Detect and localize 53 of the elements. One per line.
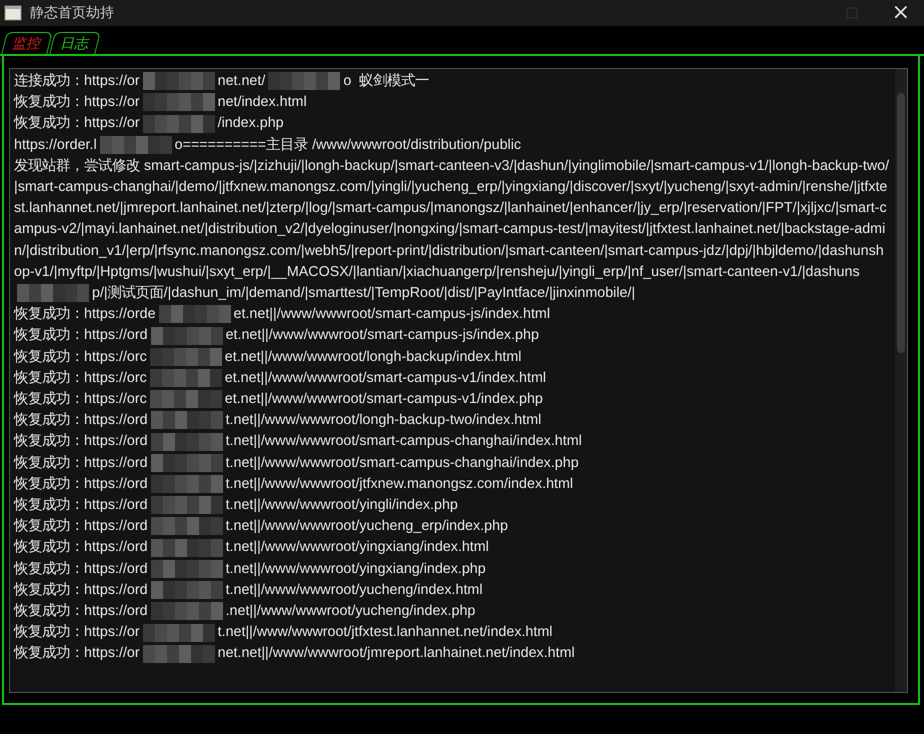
log-text: o==========主目录 /www/wwwroot/distribution/public <box>174 136 522 153</box>
log-text: 恢复成功：https://ord <box>14 454 148 471</box>
log-text: 恢复成功：https://or <box>14 94 140 110</box>
log-text: et.net||/www/wwwroot/smart-campus-v1/index.php <box>224 391 543 408</box>
log-text: 恢复成功：https://or <box>14 645 140 662</box>
redaction-mosaic <box>17 284 89 302</box>
close-button[interactable]: × <box>886 3 916 23</box>
log-text: 恢复成功：https://ord <box>14 603 148 620</box>
log-text: 恢复成功：https://or <box>14 624 140 640</box>
log-text: 恢复成功：https://ord <box>14 582 148 598</box>
log-text: t.net||/www/wwwroot/jtfxnew.manongsz.com/index.html <box>226 476 574 492</box>
tab[interactable]: 日志 <box>49 32 101 54</box>
log-text: t.net||/www/wwwroot/yingli/index.php <box>226 497 458 514</box>
log-text: 恢复成功：https://ord <box>14 433 148 450</box>
log-text: 恢复成功：https://orc <box>14 370 147 386</box>
log-text: 恢复成功：https://ord <box>14 560 148 577</box>
log-text: 恢复成功：https://orde <box>14 306 156 322</box>
maximize-icon[interactable] <box>846 7 858 19</box>
log-text: t.net||/www/wwwroot/smart-campus-changhai/index.html <box>226 433 582 450</box>
log-text: 连接成功：https://or <box>14 73 140 89</box>
log-text: et.net||/www/wwwroot/smart-campus-v1/index.html <box>224 370 546 386</box>
log-text: t.net||/www/wwwroot/longh-backup-two/index.html <box>226 412 542 428</box>
log-text: o 蚁剑模式一 <box>343 73 430 89</box>
log-text: 恢复成功：https://ord <box>14 476 148 492</box>
log-text: 恢复成功：https://or <box>14 115 140 132</box>
log-text: t.net||/www/wwwroot/yucheng_erp/index.php <box>226 518 508 534</box>
log-text: et.net||/www/wwwroot/longh-backup/index.html <box>224 348 522 365</box>
window-title: 静态首页劫持 <box>30 4 114 22</box>
scrollbar[interactable] <box>895 69 907 692</box>
log-text: et.net||/www/wwwroot/smart-campus-js/index.html <box>234 306 550 322</box>
log-text: net/index.html <box>218 94 307 110</box>
log-text: 恢复成功：https://orc <box>14 391 147 408</box>
log-text: 恢复成功：https://ord <box>14 497 148 514</box>
log-text: 恢复成功：https://ord <box>14 412 148 428</box>
log-text: net.net||/www/wwwroot/jmreport.lanhainet.net/index.html <box>218 645 575 662</box>
log-text: p/|测试页面/|dashun_im/|demand/|smarttest/|TempRoot/|dist/|PayIntface/|jinxinmobile/| <box>92 285 636 302</box>
log-text: et.net||/www/wwwroot/smart-campus-js/index.php <box>226 327 539 344</box>
log-text: t.net||/www/wwwroot/yingxiang/index.php <box>226 560 486 577</box>
log-text: net.net/ <box>218 73 266 89</box>
log-text: t.net||/www/wwwroot/jtfxtest.lanhannet.net/index.html <box>218 624 552 640</box>
log-text: 恢复成功：https://ord <box>14 518 148 534</box>
log-text: https://order.l <box>14 136 97 153</box>
log-text: 恢复成功：https://orc <box>14 348 147 365</box>
log-text: t.net||/www/wwwroot/smart-campus-changhai/index.php <box>226 454 579 471</box>
log-text: 恢复成功：https://ord <box>14 327 148 344</box>
log-text: /index.php <box>218 115 284 132</box>
tab[interactable]: 监控 <box>1 32 53 54</box>
log-text: t.net||/www/wwwroot/yucheng/index.html <box>226 582 483 598</box>
log-text: t.net||/www/wwwroot/yingxiang/index.html <box>226 539 489 556</box>
app-icon <box>4 5 22 21</box>
log-text: 恢复成功：https://ord <box>14 539 148 556</box>
log-text: .net||/www/wwwroot/yucheng/index.php <box>226 603 476 620</box>
scroll-thumb[interactable] <box>897 93 905 353</box>
